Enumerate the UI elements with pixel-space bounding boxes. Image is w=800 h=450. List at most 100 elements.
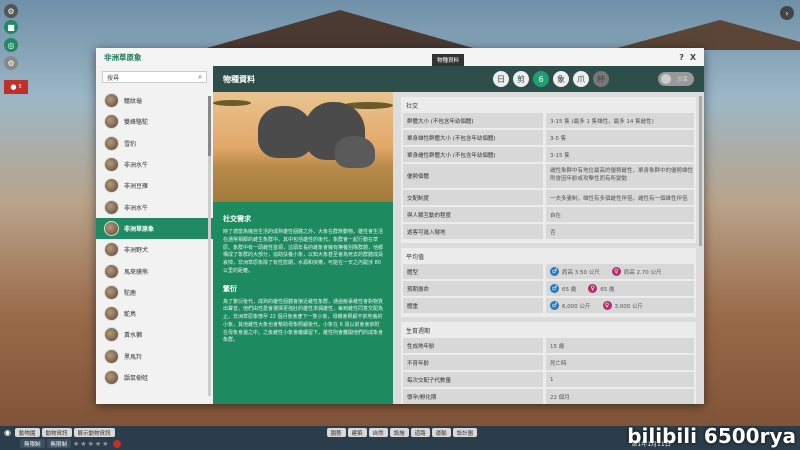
search-input[interactable]: 搜尋 ⌕	[102, 71, 207, 83]
list-item[interactable]: 非洲水牛	[96, 196, 213, 217]
share-toggle[interactable]: 分享	[658, 72, 694, 86]
tab-animal-icon[interactable]: 象	[553, 71, 569, 87]
elephant-calf-silhouette	[335, 136, 375, 168]
list-item[interactable]: 鼯鼠樹蛙	[96, 367, 213, 388]
row-key: 預期壽命	[403, 281, 543, 296]
list-scrollbar[interactable]	[208, 96, 211, 396]
tool-button[interactable]: 園藝	[326, 428, 346, 437]
tool-button[interactable]: 自然	[368, 428, 388, 437]
info-panel: 物種資料 日 剪 6 象 爪 杯 分享 社交需求 時了適當為擁自生活的成熟雄性個…	[213, 66, 704, 404]
toolbar-chip[interactable]: 動物園	[14, 428, 40, 437]
tool-button[interactable]: 設計圖	[452, 428, 478, 437]
table-row: 預期壽命 ♂ 65 歲 ♀ 65 歲	[403, 281, 694, 296]
row-key: 單身雌性群體大小 (不包含年幼個體)	[403, 147, 543, 162]
animal-avatar	[104, 135, 119, 151]
watermark: bilibili 6500rya	[627, 424, 796, 448]
settings-icon[interactable]: ⚙	[4, 56, 18, 70]
male-icon: ♂	[550, 301, 559, 310]
female-text: 3,000 公斤	[614, 303, 644, 310]
species-photo	[213, 92, 393, 202]
table-row: 體重 ♂ 6,000 公斤 ♀ 3,000 公斤	[403, 298, 694, 313]
chevron-right-icon[interactable]: ›	[780, 6, 794, 20]
female-icon: ♀	[611, 267, 621, 276]
alert-count: 5	[18, 84, 22, 90]
species-info-window: 非洲草原象 ? X 搜尋 ⌕ 鱷紋龜 雙峰駱駝 雪豹 非洲水牛 非洲豆雁 非洲水牛 非洲草原…	[96, 48, 704, 404]
table-row: 遊客可進入隧地否	[403, 224, 694, 239]
row-value: 自在	[546, 207, 694, 222]
row-value: 一夫多妻制，雄性有多個雌性伴侶，雌性有一個雄性伴侶	[546, 190, 694, 205]
list-item-label: 雙峰駱駝	[124, 119, 149, 127]
list-item[interactable]: 馬來貘熊	[96, 260, 213, 281]
toolbar-chip[interactable]: 展示動物資訊	[73, 428, 115, 437]
zoo-icon[interactable]: ◉	[4, 428, 11, 437]
search-icon[interactable]: ⌕	[198, 73, 202, 82]
list-item[interactable]: 雪豹	[96, 133, 213, 154]
tool-button[interactable]: 建築	[347, 428, 367, 437]
stats-scrollbar[interactable]	[699, 96, 702, 246]
row-value: 3-15 隻 (最多 1 隻雄性，最多 14 隻雌性)	[546, 113, 694, 128]
list-item[interactable]: 非洲野犬	[96, 239, 213, 260]
window-title: 非洲草原象	[104, 52, 142, 62]
list-item-label: 駝鹿	[124, 289, 137, 297]
tool-button[interactable]: 設施	[389, 428, 409, 437]
animal-avatar	[104, 306, 119, 322]
female-value: ♀ 肩高 2.70 公尺	[611, 267, 662, 276]
table-row: 交配制度 一夫多妻制，雄性有多個雌性伴侶，雌性有一個雄性伴侶	[403, 190, 694, 205]
row-value: 3-5 隻	[546, 130, 694, 145]
section-title: 社交	[406, 103, 419, 110]
male-text: 肩高 3.50 公尺	[562, 269, 600, 276]
stats-panel: 社交 群體大小 (不包含年幼個體) 3-15 隻 (最多 1 隻雄性，最多 14 …	[393, 92, 704, 404]
tab-habitat-icon[interactable]: 剪	[513, 71, 529, 87]
list-item[interactable]: 非洲草原象	[96, 217, 213, 240]
animal-avatar	[104, 242, 119, 258]
tool-button[interactable]: 運輸	[431, 428, 451, 437]
money-status: 無限制	[20, 439, 45, 448]
social-heading: 社交需求	[223, 215, 251, 223]
close-button[interactable]: X	[690, 53, 696, 62]
section-title: 平均值	[406, 254, 425, 261]
tool-button[interactable]: 道路	[410, 428, 430, 437]
list-item-label: 非洲野犬	[124, 247, 149, 255]
alert-icon[interactable]	[113, 439, 122, 448]
list-item[interactable]: 鱷紋龜	[96, 90, 213, 111]
female-text: 65 歲	[600, 286, 615, 293]
tab-bar: 物種資料 日 剪 6 象 爪 杯 分享	[213, 66, 704, 92]
tab-species-icon[interactable]: 6	[533, 71, 549, 87]
list-item-label: 非洲水牛	[124, 204, 149, 212]
toolbar-chip[interactable]: 動物資訊	[41, 428, 72, 437]
table-row: 懷孕/孵化期 22 個月	[403, 389, 694, 404]
row-key: 與人類互動的程度	[403, 207, 543, 222]
tab-paw-icon[interactable]: 爪	[573, 71, 589, 87]
row-value: 否	[546, 224, 694, 239]
gear-icon[interactable]: ⚙	[4, 4, 18, 18]
animal-avatar	[104, 93, 119, 109]
list-item[interactable]: 非洲水牛	[96, 154, 213, 175]
list-item[interactable]: 黃水獺	[96, 324, 213, 345]
list-item[interactable]: 黑馬羚	[96, 346, 213, 367]
list-item[interactable]: 非洲豆雁	[96, 175, 213, 196]
animal-avatar	[104, 178, 119, 194]
female-value: ♀ 3,000 公斤	[602, 301, 644, 310]
table-row: 群體大小 (不包含年幼個體) 3-15 隻 (最多 1 隻雄性，最多 14 隻雌性…	[403, 113, 694, 128]
row-key: 每次交配子代數量	[403, 372, 543, 387]
tab-overview-icon[interactable]: 日	[493, 71, 509, 87]
social-text: 時了適當為擁自生活的成熟雄性個體之外，大象在群族動物，雄性會生活在通常相鄰的雌生…	[223, 229, 384, 274]
section-title: 生育週期	[406, 328, 431, 335]
row-value: 3-15 隻	[546, 147, 694, 162]
row-value: 死亡時	[546, 355, 694, 370]
breeding-text: 為了繁衍後代，成熟的雄性個體會接近雌性象群，通過競爭雌性會對物質出聲音，他們由性…	[223, 298, 384, 344]
list-item[interactable]: 駝鹿	[96, 282, 213, 303]
list-item-label: 雪豹	[124, 140, 137, 148]
male-value: ♂ 6,000 公斤	[550, 301, 591, 310]
tab-trophy-icon[interactable]: 杯	[593, 71, 609, 87]
help-button[interactable]: ?	[679, 53, 684, 62]
search-value: 搜尋	[107, 74, 120, 82]
list-item[interactable]: 鴕鳥	[96, 303, 213, 324]
zoo-icon[interactable]: ■	[4, 20, 18, 34]
animal-avatar	[104, 370, 119, 385]
breeding-heading: 繁衍	[223, 284, 237, 293]
globe-icon[interactable]: ◎	[4, 38, 18, 52]
list-item[interactable]: 雙峰駱駝	[96, 111, 213, 132]
guest-alert[interactable]: ● 5	[4, 80, 28, 94]
table-row: 優勢個體 雌性象群中有地位最高的優勢雌性，單身象群中的優勢雄性則會因年齡或攻擊性而…	[403, 164, 694, 188]
